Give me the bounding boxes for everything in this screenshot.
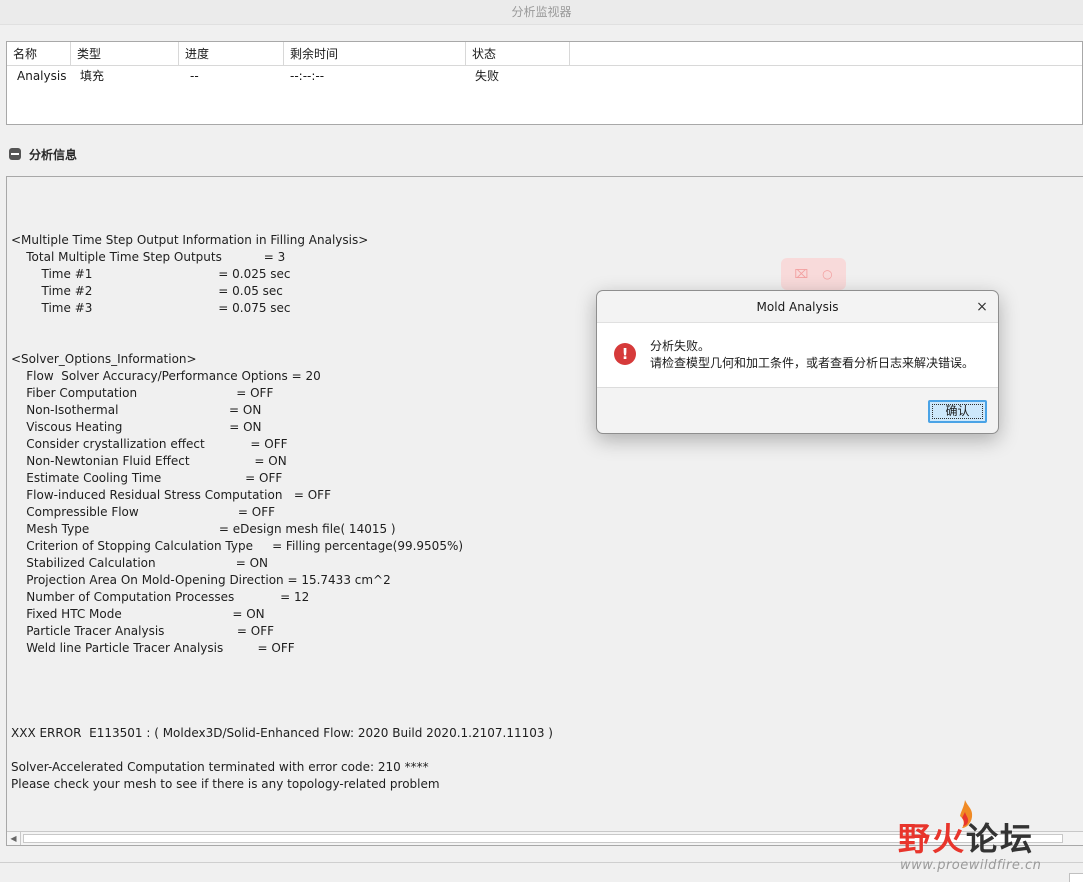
- log-line: Stabilized Calculation = ON: [11, 556, 269, 570]
- table-row[interactable]: Analysis 填充 -- --:--:-- 失败: [7, 66, 1082, 86]
- log-line: Non-Newtonian Fluid Effect = ON: [11, 454, 287, 468]
- close-icon[interactable]: ×: [974, 291, 990, 323]
- cell-name: Analysis: [17, 69, 67, 83]
- watermark-text-gray: 论坛: [966, 820, 1035, 858]
- log-line: Projection Area On Mold-Opening Directio…: [11, 573, 391, 587]
- watermark-url: www.proewildfire.cn: [900, 858, 1042, 873]
- log-line: Mesh Type = eDesign mesh file( 14015 ): [11, 522, 396, 536]
- log-line: <Solver_Options_Information>: [11, 352, 197, 366]
- log-line: Non-Isothermal = ON: [11, 403, 262, 417]
- column-header-name[interactable]: 名称: [7, 42, 71, 65]
- error-message-title: 分析失败。: [650, 339, 711, 353]
- log-line: <Multiple Time Step Output Information i…: [11, 233, 369, 247]
- watermark-text-red: 野火: [898, 820, 967, 858]
- watermark-text: 野火论坛: [898, 814, 1034, 860]
- column-header-status[interactable]: 状态: [466, 42, 570, 65]
- log-line: Flow-induced Residual Stress Computation…: [11, 488, 331, 502]
- log-line: Estimate Cooling Time = OFF: [11, 471, 283, 485]
- column-header-progress[interactable]: 进度: [179, 42, 284, 65]
- log-line: Fiber Computation = OFF: [11, 386, 274, 400]
- watermark-logo: 野火论坛 www.proewildfire.cn: [898, 800, 1068, 875]
- window-title: 分析监视器: [0, 0, 1083, 25]
- log-line: Weld line Particle Tracer Analysis = OFF: [11, 641, 295, 655]
- log-line: Fixed HTC Mode = ON: [11, 607, 265, 621]
- ai-text-icon: ⌧: [794, 267, 809, 281]
- log-line: Time #2 = 0.05 sec: [11, 284, 283, 298]
- log-line: Criterion of Stopping Calculation Type =…: [11, 539, 464, 553]
- log-line: Time #1 = 0.025 sec: [11, 267, 291, 281]
- section-title: 分析信息: [29, 147, 78, 162]
- dialog-body: ! 分析失败。 请检查模型几何和加工条件，或者查看分析日志来解决错误。: [597, 323, 998, 388]
- log-line: Viscous Heating = ON: [11, 420, 262, 434]
- log-line: Particle Tracer Analysis = OFF: [11, 624, 275, 638]
- log-line: Please check your mesh to see if there i…: [11, 777, 440, 791]
- log-line: Total Multiple Time Step Outputs = 3: [11, 250, 286, 264]
- floating-toolbar: ⌧ ○: [781, 258, 846, 290]
- confirm-button[interactable]: 确认: [928, 400, 987, 423]
- log-line: Number of Computation Processes = 12: [11, 590, 310, 604]
- resize-grip[interactable]: [1069, 873, 1083, 882]
- log-line: Flow Solver Accuracy/Performance Options…: [11, 369, 321, 383]
- error-message-detail: 请检查模型几何和加工条件，或者查看分析日志来解决错误。: [650, 356, 975, 370]
- dialog-title: Mold Analysis: [756, 300, 839, 314]
- log-line: Compressible Flow = OFF: [11, 505, 276, 519]
- dialog-footer: 确认: [597, 388, 998, 433]
- log-line: Consider crystallization effect = OFF: [11, 437, 288, 451]
- job-table-header: 名称 类型 进度 剩余时间 状态: [7, 42, 1082, 66]
- column-header-type[interactable]: 类型: [71, 42, 179, 65]
- job-table: 名称 类型 进度 剩余时间 状态 Analysis 填充 -- --:--:--…: [6, 41, 1083, 125]
- analysis-log-panel[interactable]: <Multiple Time Step Output Information i…: [6, 176, 1083, 846]
- cell-status: 失败: [475, 69, 500, 83]
- cell-type: 填充: [80, 69, 105, 83]
- error-icon: !: [614, 343, 636, 365]
- analysis-log-text: <Multiple Time Step Output Information i…: [11, 232, 553, 793]
- log-line: Time #3 = 0.075 sec: [11, 301, 291, 315]
- scroll-left-arrow-icon[interactable]: ◀: [7, 832, 21, 845]
- log-line: XXX ERROR E113501 : ( Moldex3D/Solid-Enh…: [11, 726, 553, 740]
- search-icon: ○: [822, 267, 833, 281]
- column-header-remaining-time[interactable]: 剩余时间: [284, 42, 466, 65]
- cell-remaining-time: --:--:--: [290, 69, 325, 83]
- log-line: Solver-Accelerated Computation terminate…: [11, 760, 429, 774]
- analysis-info-header[interactable]: 分析信息: [9, 146, 77, 162]
- mold-analysis-dialog: Mold Analysis × ! 分析失败。 请检查模型几何和加工条件，或者查…: [596, 290, 999, 434]
- cell-progress: --: [190, 69, 199, 83]
- collapse-icon[interactable]: [9, 148, 21, 160]
- dialog-title-bar: Mold Analysis ×: [597, 291, 998, 323]
